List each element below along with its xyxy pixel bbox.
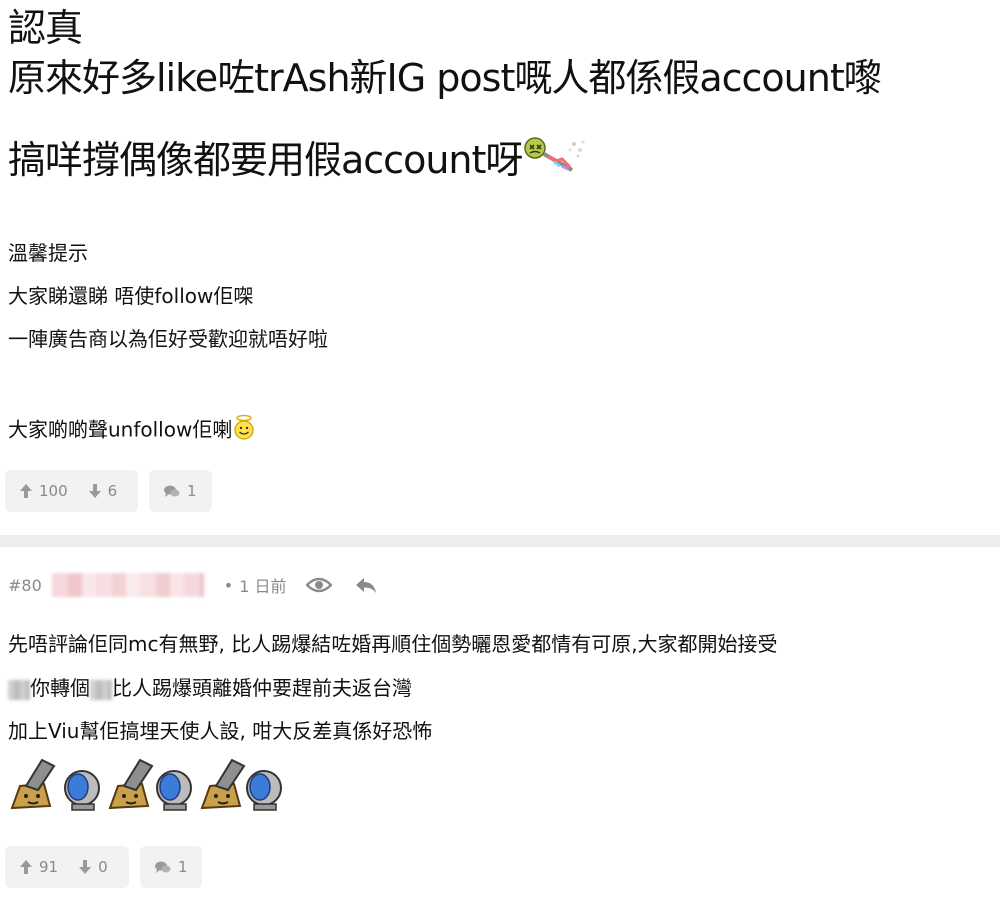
upvote-button[interactable]: 91 [19,858,58,876]
reply-line-1: 先唔評論佢同mc有無野, 比人踢爆結咗婚再順住個勢曬恩愛都情有可原,大家都開始接… [8,632,778,656]
meta-dot-separator: • [223,575,234,595]
post-time: 1 日前 [239,577,287,596]
downvote-button[interactable]: 0 [78,858,108,876]
comment-count: 1 [178,858,188,876]
post-divider [0,535,1000,547]
reply-line-2-wrap: 你轉個 比人踢爆頭離婚仲要趕前夫返台灣 [8,675,412,701]
post-meta: #80 • 1 日前 [8,572,378,598]
arrow-down-icon [79,860,92,874]
downvote-count: 0 [98,858,108,876]
arrow-up-icon [20,860,32,874]
arrow-down-icon [88,484,101,498]
comment-bubble-icon [164,485,180,497]
comment-button-2[interactable]: 1 [140,846,202,888]
downvote-count: 6 [107,482,118,500]
vote-group-2: 91 0 [5,846,129,888]
body-line-4-wrap: 大家啲啲聲unfollow佢喇 [8,414,256,448]
reply-line-2a: 你轉個 [30,676,90,700]
upvote-button[interactable]: 100 [19,482,68,500]
post-number[interactable]: #80 [8,576,42,595]
arrow-up-icon [20,484,32,498]
reply-icon[interactable] [354,576,378,594]
upvote-count: 100 [39,482,68,500]
redacted-name-2 [90,679,112,700]
comment-button[interactable]: 1 [149,470,212,512]
emoji-row [8,756,288,812]
post-title-line-3: 搞咩撐偶像都要用假account呀 [8,138,523,182]
upvote-count: 91 [39,858,59,876]
body-line-3: 一陣廣告商以為佢好受歡迎就唔好啦 [8,327,328,351]
downvote-button[interactable]: 6 [88,482,118,500]
body-line-1: 溫馨提示 [8,241,88,265]
post-title-line-1: 認真 [8,6,83,50]
sick-smiley-emoji-icon [522,136,588,189]
dog-and-computer-emoji-sequence-icon [10,758,282,811]
reply-line-3: 加上Viu幫佢搞埋天使人設, 咁大反差真係好恐怖 [8,719,433,743]
comment-bubble-icon [155,861,171,873]
angel-smiley-emoji-icon [232,414,256,448]
redacted-name-1 [8,679,30,700]
eye-icon[interactable] [306,576,333,594]
post-title-line-2: 原來好多like咗trAsh新IG post嘅人都係假account嚟 [8,56,882,100]
body-line-4: 大家啲啲聲unfollow佢喇 [8,417,233,442]
reply-line-2b: 比人踢爆頭離婚仲要趕前夫返台灣 [112,676,412,700]
body-line-2: 大家睇還睇 唔使follow佢㗎 [8,284,254,308]
redacted-username [51,573,204,597]
post-1: 認真 原來好多like咗trAsh新IG post嘅人都係假account嚟 搞… [0,0,1000,535]
post-title-line-3-wrap: 搞咩撐偶像都要用假account呀 [8,136,588,189]
comment-count: 1 [187,482,197,500]
vote-group: 100 6 [5,470,138,512]
